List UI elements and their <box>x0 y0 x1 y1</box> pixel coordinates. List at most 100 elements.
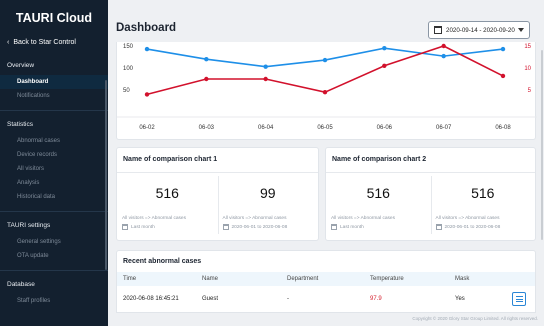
column-header-mask[interactable]: Mask <box>455 276 469 282</box>
y-tick-label-left: 150 <box>123 44 134 50</box>
x-tick-label: 06-02 <box>139 125 155 131</box>
column-header-time[interactable]: Time <box>123 276 136 282</box>
stat-value: 516 <box>471 185 495 201</box>
comparison-title: Name of comparison chart 1 <box>123 156 218 163</box>
sidebar-divider <box>0 211 108 212</box>
x-tick-label: 06-08 <box>495 125 511 131</box>
y-tick-label-left: 100 <box>123 66 134 72</box>
copyright-footer: Copyright © 2020 Glory Star Group Limite… <box>412 316 538 321</box>
sidebar-item-general-settings[interactable]: General settings <box>0 235 108 249</box>
data-point <box>204 57 209 62</box>
data-point <box>382 46 387 51</box>
calendar-icon <box>434 26 442 34</box>
table-header: Time Name Department Temperature Mask <box>117 272 535 286</box>
stat-date-label: Last month <box>131 224 155 230</box>
sidebar-item-historical-data[interactable]: Historical data <box>0 190 108 204</box>
sidebar-item-ota-update[interactable]: OTA update <box>0 249 108 263</box>
stat-date: Last month <box>122 224 155 230</box>
comparison-card-2: Name of comparison chart 2 516 All visit… <box>325 147 536 241</box>
stat-block: 516 All visitors => Abnormal cases Last … <box>117 172 218 242</box>
data-point <box>263 64 268 69</box>
stat-subtitle: All visitors => Abnormal cases <box>435 216 500 221</box>
stat-date: Last month <box>331 224 364 230</box>
main-content: Dashboard 2020-09-14 - 2020-09-20 150 100… <box>108 0 544 326</box>
table-row[interactable]: 2020-06-08 16:45:21 Guest - 97.9 Yes <box>117 291 535 307</box>
stat-block: 99 All visitors => Abnormal cases 2020-0… <box>218 172 319 242</box>
brand-logo: TAURI Cloud <box>15 11 93 25</box>
sidebar-scrollbar[interactable] <box>105 80 107 270</box>
column-header-name[interactable]: Name <box>202 276 218 282</box>
column-header-department[interactable]: Department <box>287 276 318 282</box>
stat-value: 99 <box>259 185 276 201</box>
stat-subtitle: All visitors => Abnormal cases <box>331 216 395 221</box>
data-point <box>322 90 328 95</box>
chevron-left-icon: ‹ <box>7 38 10 46</box>
cell-temperature: 97.9 <box>370 296 382 302</box>
stat-subtitle: All visitors => Abnormal cases <box>122 216 186 221</box>
calendar-icon <box>222 224 229 230</box>
data-point <box>144 46 150 52</box>
date-range-picker[interactable]: 2020-09-14 - 2020-09-20 <box>428 21 530 39</box>
stat-subtitle: All visitors => Abnormal cases <box>222 216 287 221</box>
date-range-label: 2020-09-14 - 2020-09-20 <box>446 26 515 34</box>
x-tick-label: 06-03 <box>199 125 215 131</box>
series-line-1 <box>146 47 504 68</box>
x-tick-label: 06-06 <box>377 125 393 131</box>
details-list-icon[interactable] <box>512 292 526 306</box>
calendar-icon <box>331 224 337 230</box>
caret-down-icon <box>518 28 524 32</box>
data-point <box>500 73 506 79</box>
data-point <box>204 76 209 82</box>
back-to-star-control-link[interactable]: ‹ Back to Star Control <box>0 28 108 50</box>
sidebar-item-all-visitors[interactable]: All visitors <box>0 162 108 176</box>
x-tick-label: 06-05 <box>317 125 333 131</box>
cell-time: 2020-06-08 16:45:21 <box>123 296 179 302</box>
sidebar-divider <box>0 270 108 271</box>
column-header-temperature[interactable]: Temperature <box>370 276 404 282</box>
section-title: Recent abnormal cases <box>123 258 202 265</box>
y-tick-label-left: 50 <box>123 88 130 94</box>
data-point <box>263 76 268 82</box>
back-label: Back to Star Control <box>13 38 76 46</box>
section-database: Database <box>7 280 35 288</box>
section-overview: Overview <box>7 61 35 69</box>
sidebar-item-staff-profiles[interactable]: Staff profiles <box>0 294 108 308</box>
y-tick-label-right: 5 <box>528 88 532 94</box>
data-point <box>144 92 150 97</box>
data-point <box>382 63 387 68</box>
stat-block: 516 All visitors => Abnormal cases 2020-… <box>431 172 536 242</box>
data-point <box>500 46 506 52</box>
sidebar-item-analysis[interactable]: Analysis <box>0 176 108 190</box>
stat-date-label: 2020-06-01 to 2020-06-08 <box>444 224 501 230</box>
sidebar-item-dashboard[interactable]: Dashboard <box>0 75 108 89</box>
recent-abnormal-cases-card: Recent abnormal cases Time Name Departme… <box>116 250 536 313</box>
sidebar-item-notifications[interactable]: Notifications <box>0 89 108 103</box>
line-chart: 150 100 50 15 10 5 06-02 06-03 06-04 06-05 06-06 06… <box>117 43 537 131</box>
data-point <box>441 43 446 49</box>
sidebar: TAURI Cloud ‹ Back to Star Control Overv… <box>0 0 108 326</box>
main-scrollbar[interactable] <box>541 50 543 240</box>
x-tick-label: 06-07 <box>436 125 452 131</box>
sidebar-divider <box>0 110 108 111</box>
sidebar-item-device-records[interactable]: Device records <box>0 148 108 162</box>
cell-name: Guest <box>202 296 219 302</box>
stat-date-label: 2020-06-01 to 2020-06-08 <box>231 224 288 230</box>
line-chart-card: 150 100 50 15 10 5 06-02 06-03 06-04 06-05 06-06 06… <box>116 42 537 140</box>
calendar-icon <box>435 224 442 230</box>
stat-date: 2020-06-01 to 2020-06-08 <box>435 224 501 230</box>
calendar-icon <box>122 224 128 230</box>
data-point <box>441 53 446 59</box>
x-tick-label: 06-04 <box>258 125 274 131</box>
stat-block: 516 All visitors => Abnormal cases Last … <box>326 172 431 242</box>
page-title: Dashboard <box>116 22 177 34</box>
cell-department: - <box>287 296 289 302</box>
stat-date: 2020-06-01 to 2020-06-08 <box>222 224 288 230</box>
comparison-title: Name of comparison chart 2 <box>332 156 427 163</box>
section-statistics: Statistics <box>7 120 34 128</box>
stat-value: 516 <box>366 185 390 201</box>
stat-date-label: Last month <box>340 224 364 230</box>
section-tauri-settings: TAURI settings <box>7 221 51 229</box>
y-tick-label-right: 10 <box>524 66 531 72</box>
comparison-card-1: Name of comparison chart 1 516 All visit… <box>116 147 319 241</box>
sidebar-item-abnormal-cases[interactable]: Abnormal cases <box>0 134 108 148</box>
